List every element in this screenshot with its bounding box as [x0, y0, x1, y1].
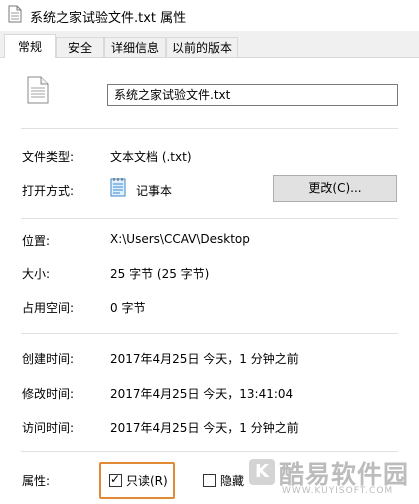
size-on-disk-label: 占用空间:	[22, 301, 75, 315]
created-value: 2017年4月25日 今天，1 分钟之前	[110, 352, 299, 366]
notepad-icon	[110, 178, 126, 197]
hidden-checkbox[interactable]	[203, 474, 216, 487]
location-value: X:\Users\CCAV\Desktop	[110, 232, 250, 246]
separator	[21, 333, 398, 334]
created-label: 创建时间:	[22, 352, 75, 366]
size-on-disk-value: 0 字节	[110, 301, 146, 315]
modified-value: 2017年4月25日 今天，13:41:04	[110, 387, 294, 401]
opens-with-label: 打开方式:	[22, 184, 75, 198]
file-name-input[interactable]: 系统之家试验文件.txt	[107, 84, 398, 106]
separator	[21, 128, 398, 129]
readonly-label: 只读(R)	[126, 474, 168, 488]
accessed-value: 2017年4月25日 今天，1 分钟之前	[110, 421, 299, 435]
size-value: 25 字节 (25 字节)	[110, 267, 210, 281]
watermark-logo: K	[249, 459, 275, 485]
window-title: 系统之家试验文件.txt 属性	[30, 11, 187, 26]
tab-security[interactable]: 安全	[56, 37, 104, 57]
location-label: 位置:	[22, 234, 51, 248]
title-bar: 系统之家试验文件.txt 属性	[0, 0, 419, 32]
attributes-label: 属性:	[22, 474, 51, 488]
file-type-label: 文件类型:	[22, 150, 75, 164]
accessed-label: 访问时间:	[22, 421, 75, 435]
text-file-icon	[8, 5, 22, 23]
tab-bar: 常规 安全 详细信息 以前的版本	[0, 31, 419, 58]
text-file-icon	[27, 76, 49, 104]
separator	[21, 218, 398, 219]
checkmark-icon: ✓	[110, 472, 121, 486]
tab-general[interactable]: 常规	[4, 34, 56, 58]
readonly-checkbox[interactable]: ✓	[109, 472, 122, 487]
file-type-value: 文本文档 (.txt)	[110, 150, 192, 164]
tab-details[interactable]: 详细信息	[104, 37, 166, 57]
opens-with-app: 记事本	[136, 184, 173, 198]
separator	[21, 451, 398, 452]
tab-previous-versions[interactable]: 以前的版本	[166, 37, 238, 57]
hidden-label: 隐藏	[220, 474, 245, 488]
size-label: 大小:	[22, 267, 51, 281]
watermark-url: WWW.KUYISOFT.COM	[282, 486, 394, 496]
modified-label: 修改时间:	[22, 387, 75, 401]
general-tab-panel	[0, 57, 419, 504]
change-button[interactable]: 更改(C)...	[273, 175, 397, 202]
